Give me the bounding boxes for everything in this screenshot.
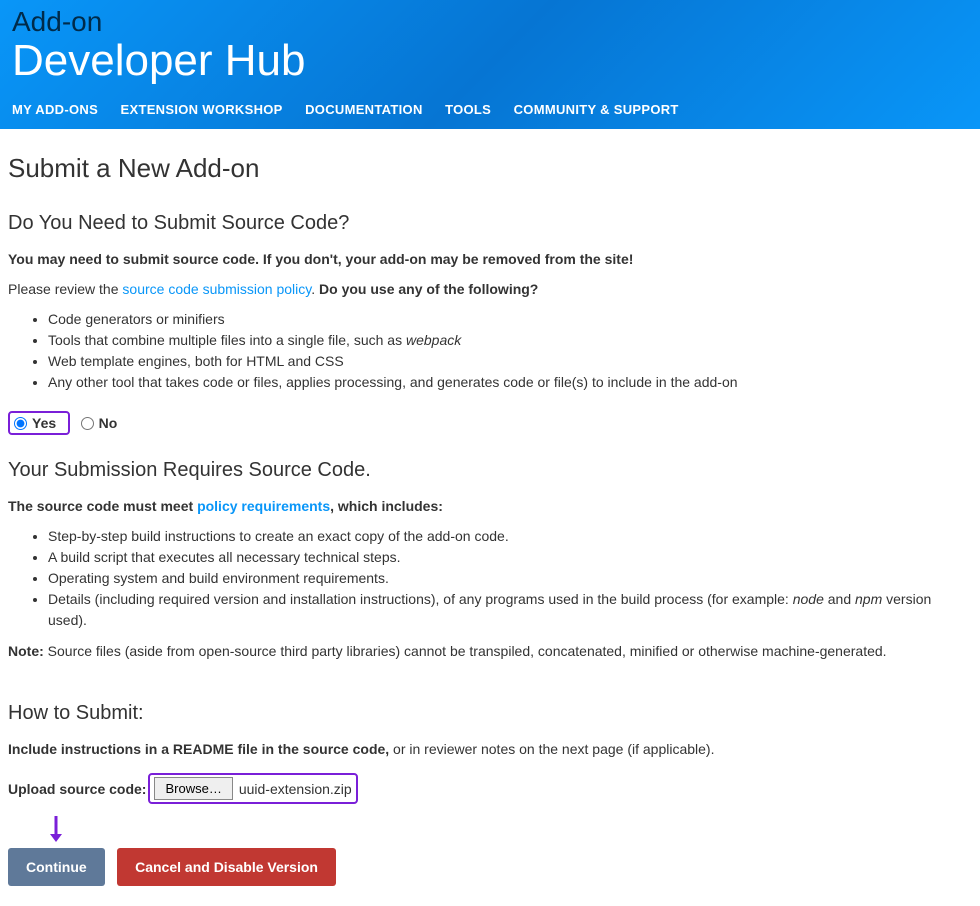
header-title: Developer Hub [12,36,968,87]
radio-yes[interactable] [14,417,27,430]
note-label: Note: [8,643,44,659]
question-text: Do you use any of the following? [319,281,538,297]
radio-no-label[interactable]: No [99,415,118,431]
file-name: uuid-extension.zip [239,781,352,797]
instructions-paragraph: Include instructions in a README file in… [8,739,972,759]
upload-highlight: Browse… uuid-extension.zip [148,773,357,804]
requires-source-heading: Your Submission Requires Source Code. [8,459,972,482]
header-subtitle: Add-on [12,8,968,36]
policy-requirements-link[interactable]: policy requirements [197,498,330,514]
arrow-down-icon [48,816,972,842]
button-row: Continue Cancel and Disable Version [8,848,972,886]
list-item: Code generators or minifiers [48,309,972,330]
list-item: Tools that combine multiple files into a… [48,330,972,351]
radio-yes-label[interactable]: Yes [32,415,56,431]
cancel-button[interactable]: Cancel and Disable Version [117,848,336,886]
main-content: Submit a New Add-on Do You Need to Submi… [0,129,980,906]
nav-documentation[interactable]: DOCUMENTATION [305,102,423,117]
review-suffix: . [311,281,319,297]
yes-highlight: Yes [8,411,70,435]
review-prefix: Please review the [8,281,122,297]
instr-bold: Include instructions in a README file in… [8,741,389,757]
source-policy-link[interactable]: source code submission policy [122,281,311,297]
nav-extension-workshop[interactable]: EXTENSION WORKSHOP [121,102,283,117]
upload-row: Upload source code: Browse… uuid-extensi… [8,773,972,804]
how-to-submit-heading: How to Submit: [8,702,972,725]
list-item: A build script that executes all necessa… [48,547,972,568]
main-nav: MY ADD-ONS EXTENSION WORKSHOP DOCUMENTAT… [12,87,968,129]
list-item: Web template engines, both for HTML and … [48,351,972,372]
page-header: Add-on Developer Hub MY ADD-ONS EXTENSIO… [0,0,980,129]
review-paragraph: Please review the source code submission… [8,279,972,299]
list-item: Any other tool that takes code or files,… [48,372,972,393]
nav-my-addons[interactable]: MY ADD-ONS [12,102,98,117]
note-paragraph: Note: Source files (aside from open-sour… [8,641,972,661]
requirements-paragraph: The source code must meet policy require… [8,496,972,516]
list-item: Operating system and build environment r… [48,568,972,589]
radio-no[interactable] [81,417,94,430]
page-title: Submit a New Add-on [8,153,972,184]
warning-text: You may need to submit source code. If y… [8,251,633,267]
requirements-list: Step-by-step build instructions to creat… [48,526,972,631]
tools-list: Code generators or minifiers Tools that … [48,309,972,393]
instr-rest: or in reviewer notes on the next page (i… [389,741,714,757]
browse-button[interactable]: Browse… [154,777,232,800]
source-code-radio-row: Yes No [8,411,972,435]
note-text: Source files (aside from open-source thi… [44,643,887,659]
continue-button[interactable]: Continue [8,848,105,886]
list-item: Step-by-step build instructions to creat… [48,526,972,547]
list-item: Details (including required version and … [48,589,972,631]
nav-tools[interactable]: TOOLS [445,102,491,117]
nav-community-support[interactable]: COMMUNITY & SUPPORT [514,102,679,117]
source-code-heading: Do You Need to Submit Source Code? [8,212,972,235]
upload-label: Upload source code: [8,781,146,797]
